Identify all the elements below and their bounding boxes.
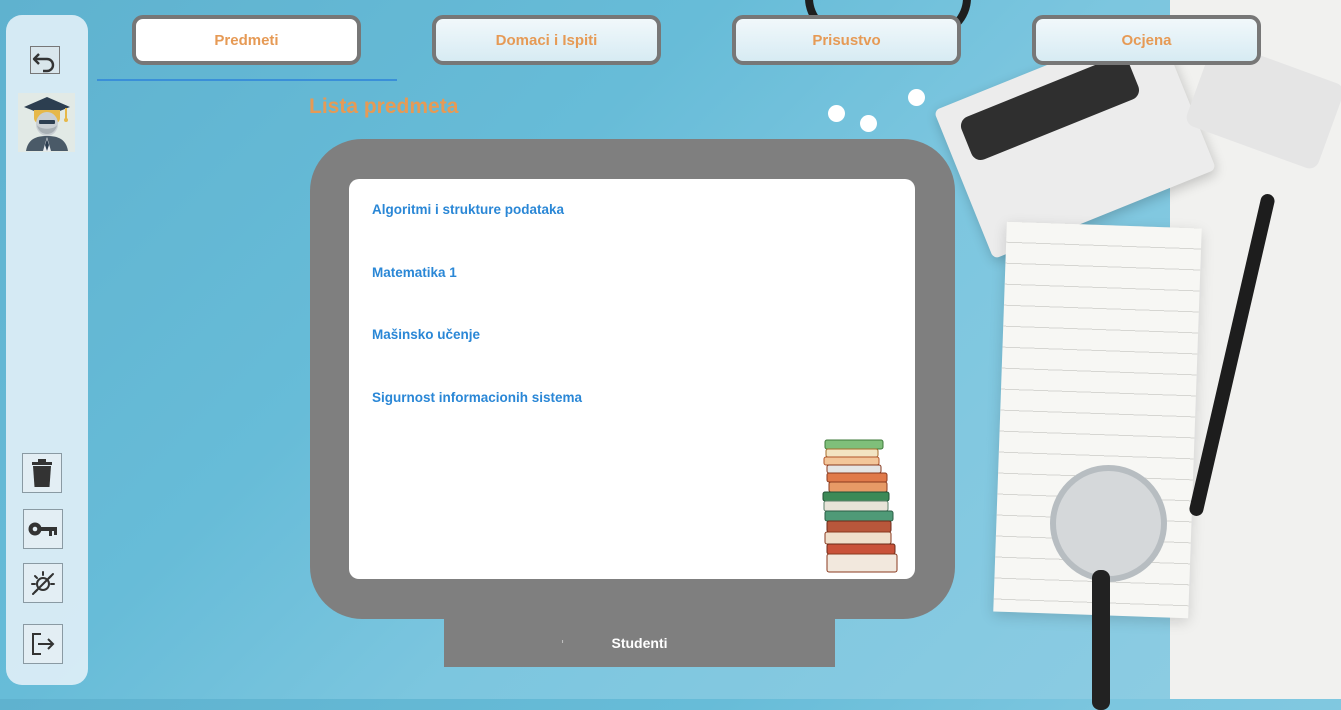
background-stethoscope-tube [1092, 570, 1110, 710]
active-tab-underline [97, 79, 397, 81]
logout-icon [32, 633, 55, 655]
tab-studenti[interactable]: ı Studenti [444, 618, 835, 667]
background-notepad [993, 221, 1202, 619]
tab-studenti-label: Studenti [611, 634, 668, 651]
list-item[interactable]: Mašinsko učenje [372, 327, 480, 342]
delete-button[interactable] [22, 453, 62, 493]
background-clip [957, 52, 1143, 164]
key-icon [28, 522, 57, 536]
undo-button[interactable] [25, 40, 65, 80]
tab-predmeti[interactable]: Predmeti [132, 15, 361, 65]
list-item[interactable]: Sigurnost informacionih sistema [372, 390, 582, 405]
no-theme-icon [31, 571, 55, 595]
background-pill [908, 89, 925, 106]
sidebar [6, 15, 88, 685]
trash-icon [32, 459, 52, 487]
books-illustration [822, 439, 898, 573]
background-pen [1188, 192, 1276, 518]
logout-button[interactable] [23, 624, 63, 664]
tab-ocjena[interactable]: Ocjena [1032, 15, 1261, 65]
graduate-icon [23, 96, 70, 151]
subjects-list: Algoritmi i strukture podataka Matematik… [349, 179, 915, 579]
background-pill [860, 115, 877, 132]
background-pill [828, 105, 845, 122]
theme-toggle-button[interactable] [23, 563, 63, 603]
list-item[interactable]: Matematika 1 [372, 265, 457, 280]
user-avatar[interactable] [18, 93, 75, 152]
change-password-button[interactable] [23, 509, 63, 549]
tab-marker: ı [562, 639, 564, 645]
list-item[interactable]: Algoritmi i strukture podataka [372, 202, 564, 217]
tab-prisustvo[interactable]: Prisustvo [732, 15, 961, 65]
background-stethoscope [1050, 465, 1167, 582]
section-title: Lista predmeta [309, 95, 459, 118]
tab-domaci-i-ispiti[interactable]: Domaci i Ispiti [432, 15, 661, 65]
background-board [1170, 0, 1341, 699]
undo-icon [30, 46, 60, 74]
